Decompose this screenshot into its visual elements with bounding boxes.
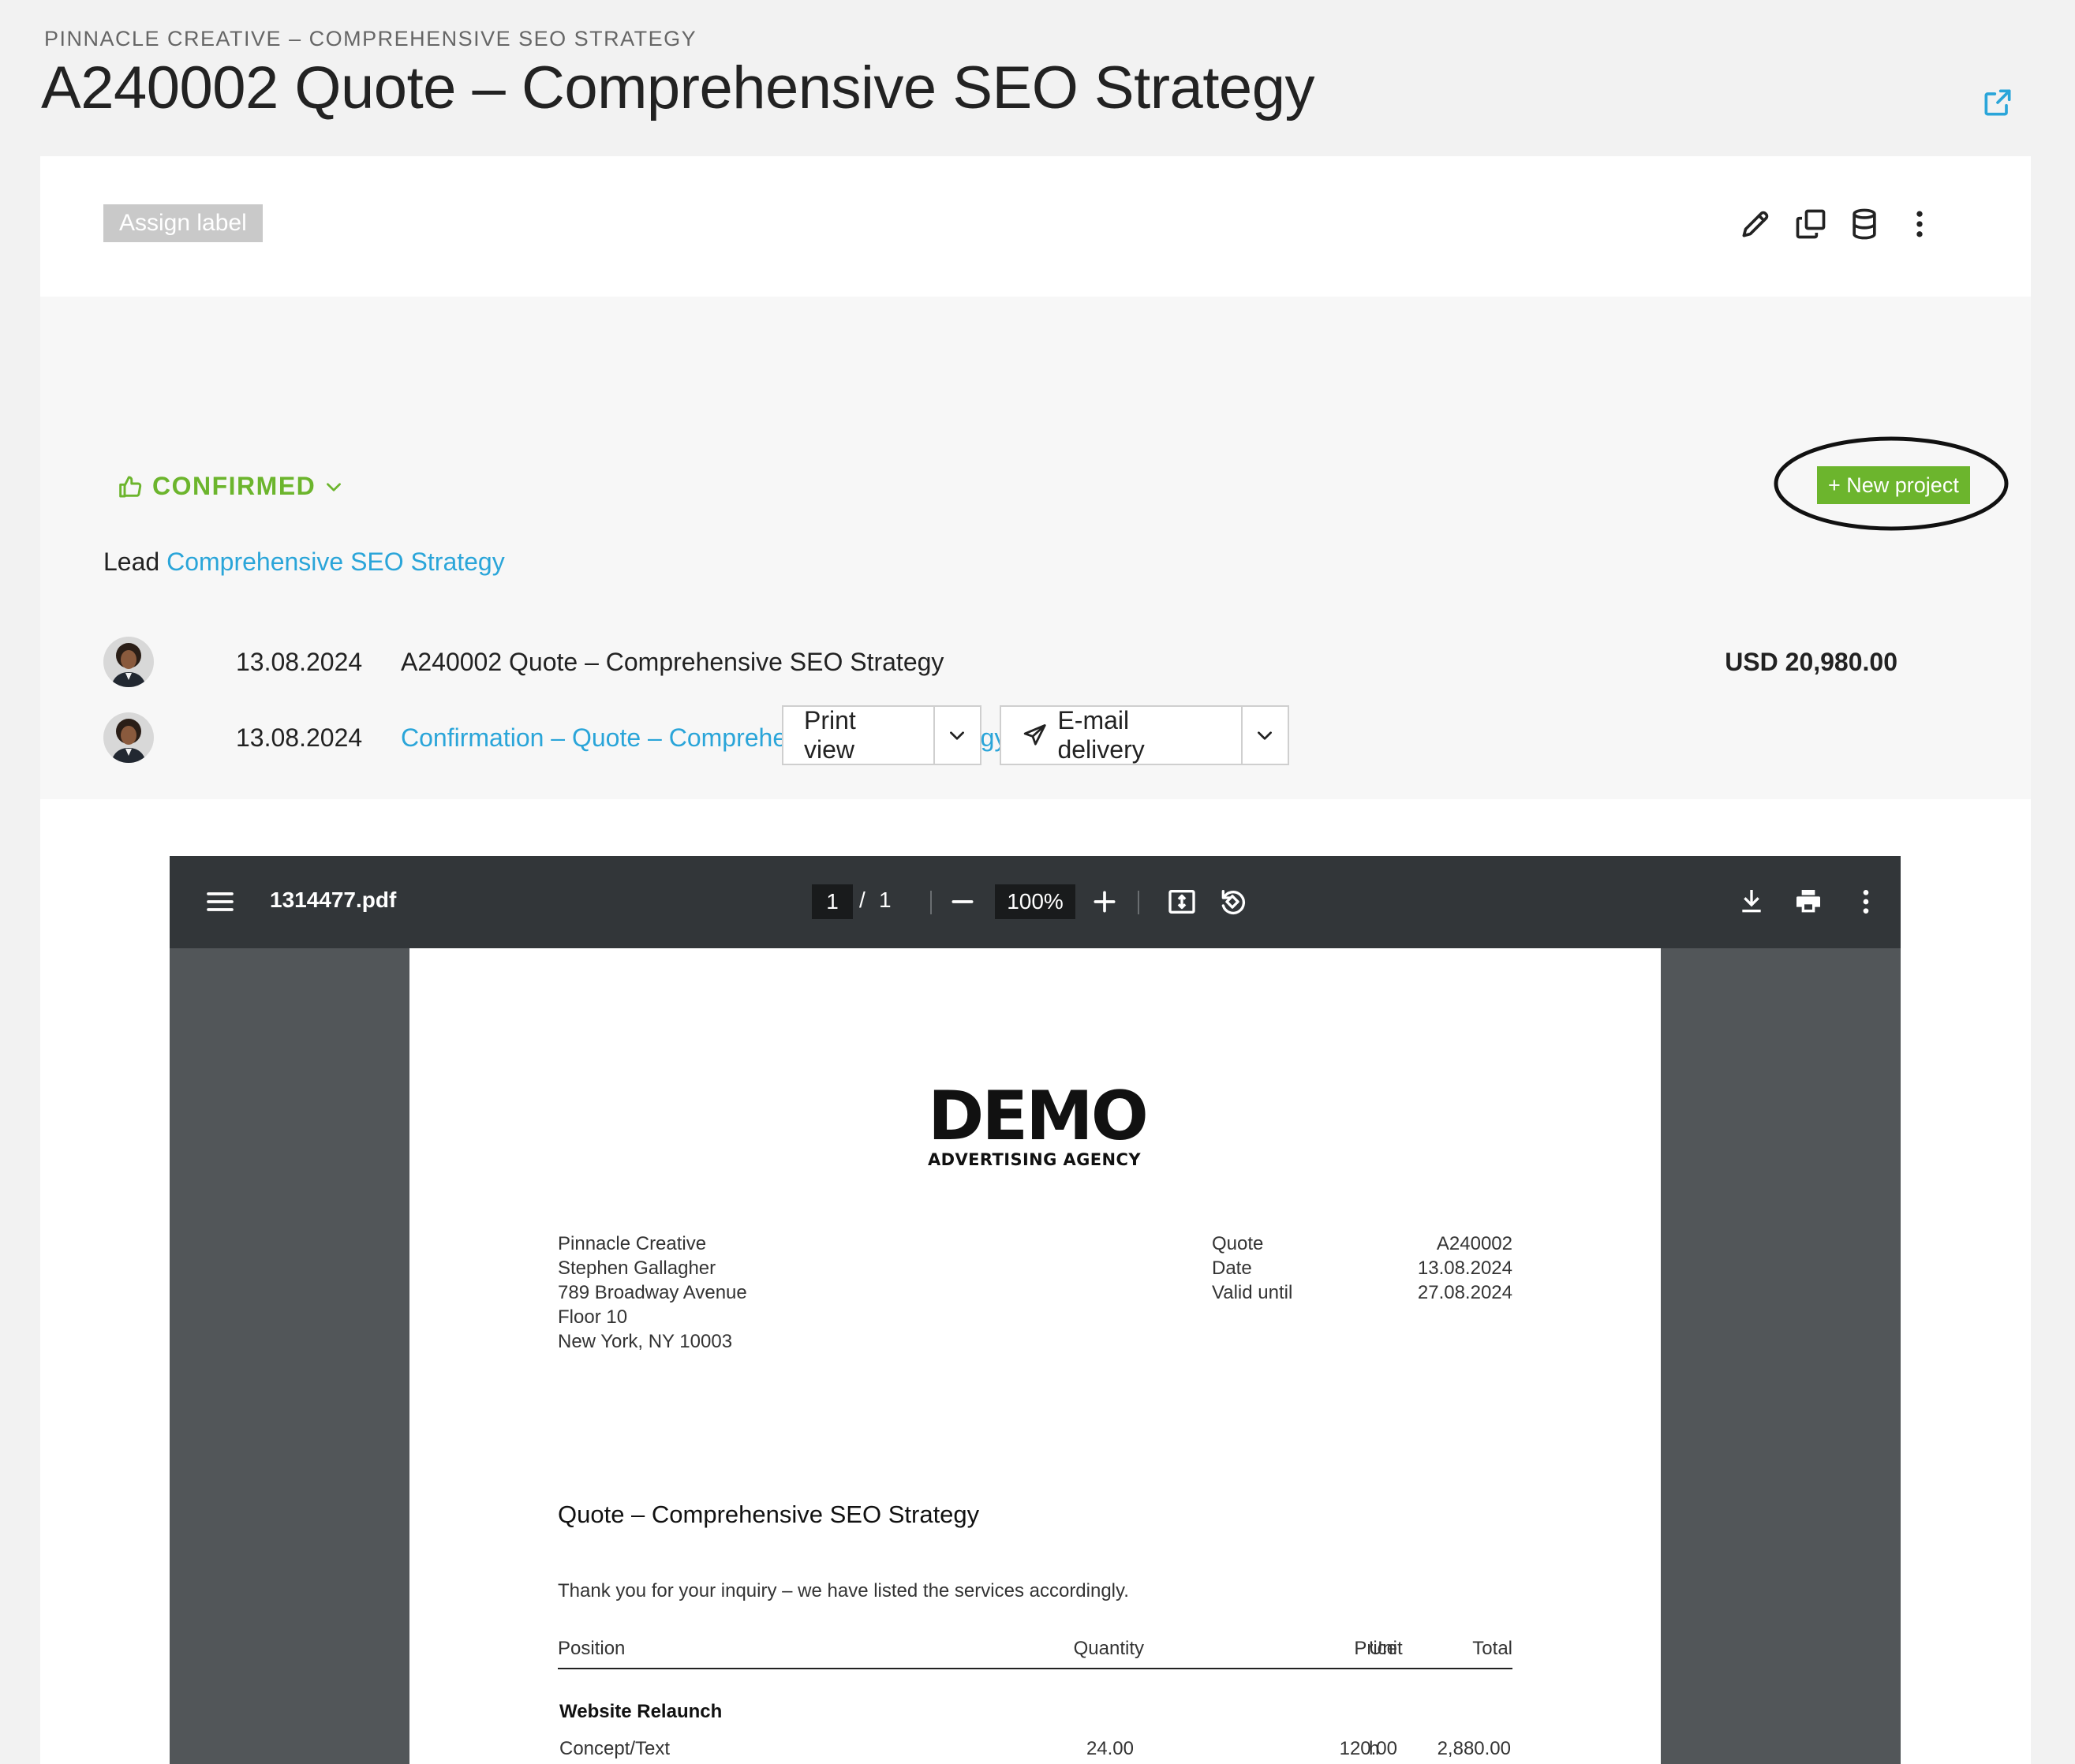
section-title: Website Relaunch — [559, 1701, 723, 1722]
column-total: Total — [1472, 1638, 1512, 1659]
chevron-down-icon — [1258, 731, 1273, 740]
email-delivery-label: E-mail delivery — [1057, 706, 1145, 764]
minus-icon[interactable] — [947, 886, 978, 918]
more-vertical-icon[interactable] — [1850, 886, 1882, 918]
chevron-down-icon — [327, 482, 342, 491]
document-heading: Quote – Comprehensive SEO Strategy — [558, 1501, 980, 1528]
page-total: 1 — [879, 888, 892, 912]
company-logo: DEMO — [928, 1077, 1149, 1156]
share-icon[interactable] — [1980, 85, 2015, 120]
pencil-icon[interactable] — [1738, 207, 1773, 241]
plus-icon[interactable] — [1089, 886, 1120, 918]
toolbar-divider — [1138, 891, 1139, 914]
meta-label: Date — [1212, 1258, 1252, 1279]
print-view-label: Print view — [804, 706, 856, 764]
row-position: Concept/Text — [559, 1738, 671, 1759]
download-icon[interactable] — [1736, 886, 1767, 918]
document-date: 13.08.2024 — [236, 647, 363, 676]
status-label: CONFIRMED — [152, 472, 316, 500]
meta-value: 13.08.2024 — [1417, 1258, 1512, 1279]
lead-prefix: Lead — [103, 548, 160, 576]
address-line: 789 Broadway Avenue — [558, 1282, 747, 1303]
row-total: 2,880.00 — [1437, 1738, 1511, 1759]
row-price: 120.00 — [1339, 1738, 1397, 1759]
rotate-icon[interactable] — [1217, 886, 1248, 918]
meta-value: 27.08.2024 — [1417, 1282, 1512, 1303]
status-dropdown[interactable]: CONFIRMED — [118, 472, 344, 501]
address-line: Stephen Gallagher — [558, 1258, 716, 1279]
document-intro: Thank you for your inquiry – we have lis… — [558, 1580, 1129, 1601]
avatar — [103, 637, 154, 687]
breadcrumb: PINNACLE CREATIVE – COMPREHENSIVE SEO ST… — [44, 27, 697, 50]
more-vertical-icon[interactable] — [1902, 207, 1937, 241]
chevron-down-icon — [950, 731, 965, 740]
pdf-viewer: 1314477.pdf 1 / 1 100% DEMO ADVERTISING … — [170, 856, 1901, 1764]
avatar — [103, 712, 154, 763]
fit-page-icon[interactable] — [1166, 886, 1198, 918]
document-row[interactable]: 13.08.2024 A240002 Quote – Comprehensive… — [103, 637, 1981, 687]
row-quantity: 24.00 — [1086, 1738, 1134, 1759]
document-amount: USD 20,980.00 — [1725, 647, 1897, 676]
column-position: Position — [558, 1638, 626, 1659]
toolbar-divider — [930, 891, 932, 914]
copy-icon[interactable] — [1793, 207, 1828, 241]
new-project-button[interactable]: + New project — [1817, 466, 1970, 504]
database-icon[interactable] — [1847, 207, 1882, 241]
page-separator: / — [859, 888, 866, 912]
zoom-input[interactable]: 100% — [995, 884, 1075, 919]
document-date: 13.08.2024 — [236, 723, 363, 752]
pdf-filename: 1314477.pdf — [270, 888, 397, 912]
meta-label: Valid until — [1212, 1282, 1293, 1303]
email-delivery-split-button: E-mail delivery — [1000, 705, 1289, 765]
meta-value: A240002 — [1436, 1233, 1512, 1254]
email-delivery-button[interactable]: E-mail delivery — [1001, 706, 1241, 764]
page-number-input[interactable]: 1 — [812, 884, 853, 919]
print-view-dropdown[interactable] — [933, 707, 981, 764]
document-title: A240002 Quote – Comprehensive SEO Strate… — [401, 647, 944, 676]
email-delivery-dropdown[interactable] — [1240, 707, 1288, 764]
print-view-button[interactable]: Print view — [783, 706, 933, 764]
meta-label: Quote — [1212, 1233, 1264, 1254]
lead-link[interactable]: Comprehensive SEO Strategy — [166, 548, 505, 576]
address-line: Floor 10 — [558, 1306, 628, 1328]
lead-line: Lead Comprehensive SEO Strategy — [103, 548, 505, 577]
column-price: Price — [1354, 1638, 1397, 1659]
pdf-toolbar: 1314477.pdf 1 / 1 100% — [170, 856, 1901, 948]
menu-icon[interactable] — [204, 886, 236, 918]
print-view-split-button: Print view — [782, 705, 981, 765]
column-quantity: Quantity — [1073, 1638, 1144, 1659]
thumbs-up-icon — [119, 476, 142, 497]
assign-label-button[interactable]: Assign label — [103, 204, 263, 242]
print-icon[interactable] — [1793, 886, 1824, 918]
page-title: A240002 Quote – Comprehensive SEO Strate… — [41, 54, 1314, 121]
table-divider — [558, 1668, 1512, 1669]
address-line: New York, NY 10003 — [558, 1331, 733, 1352]
pdf-page: DEMO ADVERTISING AGENCY Pinnacle Creativ… — [409, 948, 1661, 1764]
send-icon — [1023, 724, 1046, 746]
company-logo-subtitle: ADVERTISING AGENCY — [928, 1150, 1141, 1169]
address-line: Pinnacle Creative — [558, 1233, 707, 1254]
